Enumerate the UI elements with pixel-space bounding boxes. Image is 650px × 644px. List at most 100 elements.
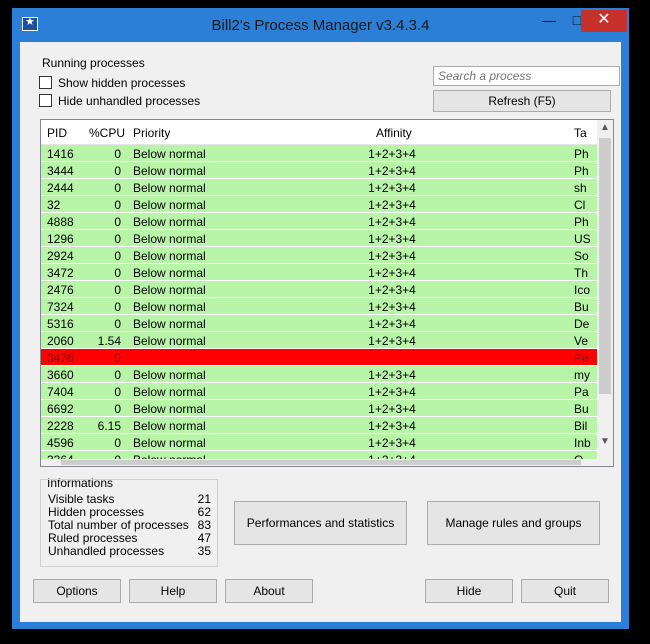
cell-task: my — [574, 368, 590, 382]
cell-task: Ph — [574, 215, 589, 229]
hide-unhandled-checkbox[interactable] — [39, 94, 52, 107]
cell-task: Ico — [574, 283, 591, 297]
table-row[interactable]: 3476 0 Pe — [41, 349, 597, 365]
cell-pid: 3660 — [47, 368, 74, 382]
cell-cpu: 0 — [114, 198, 121, 212]
hscroll-thumb[interactable] — [61, 460, 581, 465]
close-button[interactable]: ✕ — [581, 10, 627, 32]
column-header-priority[interactable]: Priority — [133, 126, 170, 140]
cell-pid: 2060 — [47, 334, 74, 348]
performances-button[interactable]: Performances and statistics — [234, 501, 407, 545]
table-row[interactable]: 33640Below normal1+2+3+4Q — [41, 451, 597, 459]
minimize-button[interactable]: — — [535, 10, 563, 32]
cell-pid: 32 — [47, 198, 61, 212]
column-header-cpu[interactable]: %CPU — [89, 126, 125, 140]
cell-task: So — [574, 249, 589, 263]
cell-affinity: 1+2+3+4 — [368, 249, 416, 263]
about-button[interactable]: About — [225, 579, 313, 603]
table-row[interactable]: 2060 1.54 Below normal 1+2+3+4 Ve — [41, 332, 597, 348]
cell-pid: 7324 — [47, 300, 74, 314]
info-hidden-processes: Hidden processes 62 — [48, 505, 211, 519]
table-row[interactable]: 3660 0 Below normal 1+2+3+4 my — [41, 366, 597, 382]
cell-affinity: 1+2+3+4 — [368, 436, 416, 450]
table-row[interactable]: 2444 0 Below normal 1+2+3+4 sh — [41, 179, 597, 195]
scroll-down-icon[interactable]: ▼ — [597, 434, 613, 450]
hide-unhandled-label[interactable]: Hide unhandled processes — [58, 94, 200, 108]
scroll-thumb[interactable] — [599, 138, 611, 394]
horizontal-scrollbar[interactable] — [41, 459, 597, 466]
cell-affinity: 1+2+3+4 — [368, 385, 416, 399]
vertical-scrollbar[interactable]: ▲ ▼ — [597, 120, 613, 466]
cell-affinity: 1+2+3+4 — [368, 283, 416, 297]
cell-priority: Below normal — [133, 385, 206, 399]
manage-rules-button[interactable]: Manage rules and groups — [427, 501, 600, 545]
table-row[interactable]: 1296 0 Below normal 1+2+3+4 US — [41, 230, 597, 246]
cell-task: sh — [574, 181, 587, 195]
cell-priority: Below normal — [133, 147, 206, 161]
title-bar[interactable]: Bill2's Process Manager v3.4.3.4 — □ ✕ — [12, 8, 629, 42]
cell-task: De — [574, 317, 590, 331]
cell-cpu: 0 — [114, 436, 121, 450]
scroll-up-icon[interactable]: ▲ — [597, 120, 613, 136]
table-row[interactable]: 32 0 Below normal 1+2+3+4 Cl — [41, 196, 597, 212]
cell-cpu: 1.54 — [97, 334, 121, 348]
running-processes-label: Running processes — [42, 56, 145, 70]
table-row[interactable]: 4888 0 Below normal 1+2+3+4 Ph — [41, 213, 597, 229]
table-row[interactable]: 7324 0 Below normal 1+2+3+4 Bu — [41, 298, 597, 314]
cell-cpu: 0 — [114, 215, 121, 229]
cell-cpu: 0 — [114, 181, 121, 195]
cell-task: Cl — [574, 198, 586, 212]
cell-affinity: 1+2+3+4 — [368, 266, 416, 280]
process-list[interactable]: PID %CPU Priority Affinity Ta 1416 0 Below… — [40, 119, 614, 467]
cell-cpu: 0 — [114, 385, 121, 399]
cell-cpu: 0 — [114, 164, 121, 178]
cell-task: Inb — [574, 436, 591, 450]
hide-button[interactable]: Hide — [425, 579, 513, 603]
table-row[interactable]: 2924 0 Below normal 1+2+3+4 So — [41, 247, 597, 263]
table-row[interactable]: 3472 0 Below normal 1+2+3+4 Th — [41, 264, 597, 280]
cell-cpu: 0 — [114, 283, 121, 297]
cell-affinity: 1+2+3+4 — [368, 198, 416, 212]
table-row[interactable]: 3444 0 Below normal 1+2+3+4 Ph — [41, 162, 597, 178]
table-row[interactable]: 2228 6.15 Below normal 1+2+3+4 Bil — [41, 417, 597, 433]
cell-cpu: 0 — [114, 368, 121, 382]
table-row[interactable]: 6692 0 Below normal 1+2+3+4 Bu — [41, 400, 597, 416]
table-row[interactable]: 7404 0 Below normal 1+2+3+4 Pa — [41, 383, 597, 399]
column-header-pid[interactable]: PID — [47, 126, 67, 140]
cell-task: Bil — [574, 419, 588, 433]
table-row[interactable]: 2476 0 Below normal 1+2+3+4 Ico — [41, 281, 597, 297]
quit-button[interactable]: Quit — [521, 579, 609, 603]
table-row[interactable]: 4596 0 Below normal 1+2+3+4 Inb — [41, 434, 597, 450]
cell-cpu: 0 — [114, 300, 121, 314]
cell-task: US — [574, 232, 591, 246]
info-key: Unhandled processes — [48, 544, 165, 558]
info-total-processes: Total number of processes 83 — [48, 518, 211, 532]
cell-affinity: 1+2+3+4 — [368, 232, 416, 246]
show-hidden-checkbox[interactable] — [39, 76, 52, 89]
cell-priority: Below normal — [133, 164, 206, 178]
cell-pid: 3476 — [47, 351, 74, 365]
cell-pid: 6692 — [47, 402, 74, 416]
search-input[interactable] — [433, 66, 620, 86]
column-header-affinity[interactable]: Affinity — [376, 126, 412, 140]
cell-priority: Below normal — [133, 283, 206, 297]
cell-priority: Below normal — [133, 215, 206, 229]
help-button[interactable]: Help — [129, 579, 217, 603]
options-button[interactable]: Options — [33, 579, 121, 603]
table-row[interactable]: 1416 0 Below normal 1+2+3+4 Ph — [41, 145, 597, 161]
cell-pid: 4888 — [47, 215, 74, 229]
table-row[interactable]: 5316 0 Below normal 1+2+3+4 De — [41, 315, 597, 331]
cell-priority: Below normal — [133, 436, 206, 450]
cell-task: Pa — [574, 385, 589, 399]
cell-affinity: 1+2+3+4 — [368, 334, 416, 348]
cell-cpu: 0 — [114, 351, 121, 365]
cell-affinity: 1+2+3+4 — [368, 368, 416, 382]
show-hidden-label[interactable]: Show hidden processes — [58, 76, 185, 90]
informations-group: Visible tasks 21 Hidden processes 62 Tot… — [40, 479, 218, 567]
cell-task: Bu — [574, 300, 589, 314]
cell-cpu: 0 — [114, 147, 121, 161]
cell-pid: 2444 — [47, 181, 74, 195]
column-header-task[interactable]: Ta — [574, 126, 587, 140]
refresh-button[interactable]: Refresh (F5) — [433, 90, 611, 112]
cell-task: Pe — [574, 351, 589, 365]
